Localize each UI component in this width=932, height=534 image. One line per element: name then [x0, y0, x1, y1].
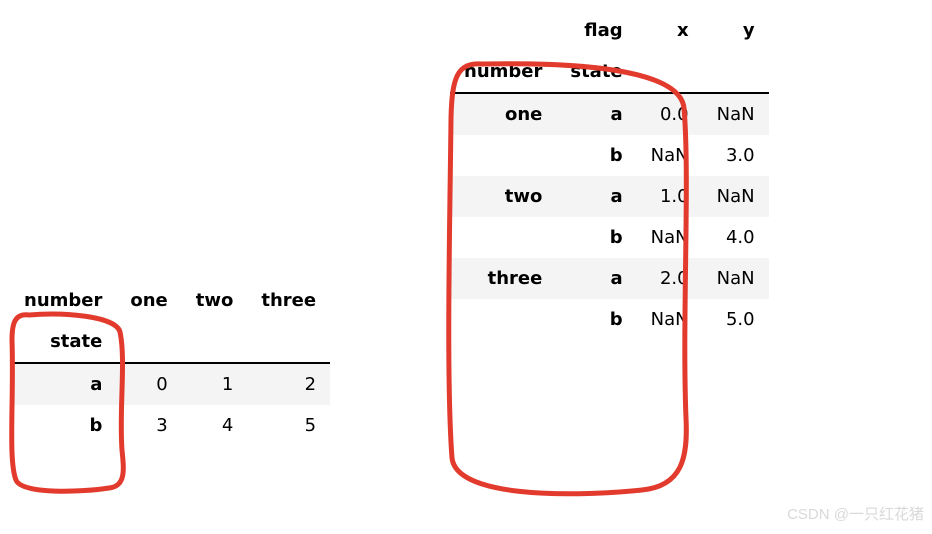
right-header-row-1: flag x y: [450, 10, 769, 51]
left-cell: 2: [247, 363, 330, 405]
right-index-name-1: state: [556, 51, 636, 93]
right-idx-lvl0: two: [450, 176, 556, 217]
table-row: b 3 4 5: [10, 405, 330, 446]
right-cell: NaN: [637, 217, 703, 258]
right-idx-lvl1: b: [556, 217, 636, 258]
left-header-row-2: state: [10, 321, 330, 363]
right-idx-lvl1: b: [556, 135, 636, 176]
blank-cell: [450, 10, 556, 51]
table-row: one a 0.0 NaN: [450, 93, 769, 135]
blank-cell: [703, 51, 769, 93]
right-cell: 4.0: [703, 217, 769, 258]
right-cell: NaN: [703, 93, 769, 135]
left-col-index-name: number: [10, 280, 116, 321]
left-col-two: two: [182, 280, 248, 321]
right-cell: NaN: [637, 135, 703, 176]
left-col-three: three: [247, 280, 330, 321]
watermark-text: CSDN @一只红花猪: [787, 503, 924, 524]
table-row: b NaN 4.0: [450, 217, 769, 258]
right-dataframe: flag x y number state one a 0.0 NaN b Na…: [450, 10, 769, 340]
right-idx-lvl1: a: [556, 176, 636, 217]
right-idx-lvl0: [450, 135, 556, 176]
right-idx-lvl0: one: [450, 93, 556, 135]
right-idx-lvl0: [450, 217, 556, 258]
right-cell: 5.0: [703, 299, 769, 340]
blank-cell: [637, 51, 703, 93]
left-cell: 4: [182, 405, 248, 446]
left-table: number one two three state a 0 1 2 b 3: [10, 280, 330, 446]
blank-cell: [247, 321, 330, 363]
left-cell: 5: [247, 405, 330, 446]
right-idx-lvl1: a: [556, 93, 636, 135]
left-cell: 1: [182, 363, 248, 405]
right-cell: NaN: [703, 176, 769, 217]
right-table: flag x y number state one a 0.0 NaN b Na…: [450, 10, 769, 340]
right-cell: NaN: [703, 258, 769, 299]
left-row-index-name: state: [10, 321, 116, 363]
right-header-row-2: number state: [450, 51, 769, 93]
left-cell: 3: [116, 405, 181, 446]
right-cell: 1.0: [637, 176, 703, 217]
left-dataframe: number one two three state a 0 1 2 b 3: [10, 280, 330, 446]
right-index-name-0: number: [450, 51, 556, 93]
table-row: three a 2.0 NaN: [450, 258, 769, 299]
right-cell: 0.0: [637, 93, 703, 135]
left-col-one: one: [116, 280, 181, 321]
right-cell: 3.0: [703, 135, 769, 176]
table-row: b NaN 5.0: [450, 299, 769, 340]
right-col-y: y: [703, 10, 769, 51]
right-cell: 2.0: [637, 258, 703, 299]
blank-cell: [116, 321, 181, 363]
right-idx-lvl0: [450, 299, 556, 340]
right-top-header: flag: [556, 10, 636, 51]
right-col-x: x: [637, 10, 703, 51]
blank-cell: [182, 321, 248, 363]
left-header-row-1: number one two three: [10, 280, 330, 321]
right-idx-lvl1: b: [556, 299, 636, 340]
right-idx-lvl1: a: [556, 258, 636, 299]
left-row-idx: a: [10, 363, 116, 405]
left-row-idx: b: [10, 405, 116, 446]
table-row: b NaN 3.0: [450, 135, 769, 176]
table-row: two a 1.0 NaN: [450, 176, 769, 217]
right-idx-lvl0: three: [450, 258, 556, 299]
table-row: a 0 1 2: [10, 363, 330, 405]
left-cell: 0: [116, 363, 181, 405]
right-cell: NaN: [637, 299, 703, 340]
